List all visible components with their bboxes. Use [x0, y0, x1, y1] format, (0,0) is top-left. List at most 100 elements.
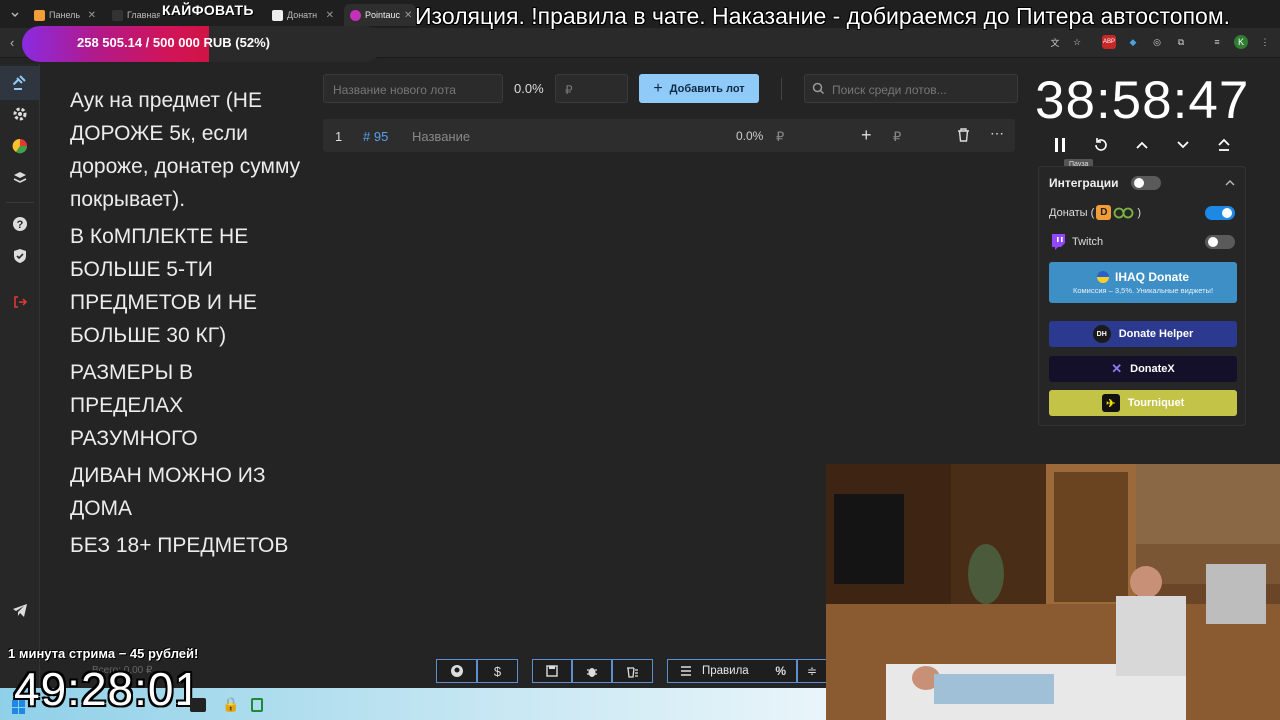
stream-ticker: Изоляция. !правила в чате. Наказание - д… [415, 3, 1231, 29]
new-lot-amount-input[interactable]: ₽ [555, 74, 628, 103]
logout-icon [14, 296, 28, 308]
rules-button[interactable]: Правила % [667, 659, 797, 683]
sidebar-item-telegram[interactable] [10, 600, 30, 620]
clear-all-button[interactable] [612, 659, 653, 683]
integrations-master-toggle[interactable] [1131, 176, 1161, 190]
adblock-icon[interactable]: ABP [1102, 35, 1116, 49]
increase-time-button[interactable] [1130, 133, 1154, 157]
donations-toggle[interactable] [1205, 206, 1235, 220]
sidebar-item-settings[interactable] [10, 104, 30, 124]
tourniquet-label: Tourniquet [1127, 397, 1185, 409]
ihaq-subtitle: Комиссия – 3,5%. Уникальные виджеты! [1072, 286, 1214, 295]
pause-icon [1055, 138, 1065, 152]
extension-icon[interactable]: ◎ [1150, 35, 1164, 49]
sidebar-item-wheel[interactable] [10, 136, 30, 156]
tab-donation[interactable]: Донатн ✕ [266, 4, 340, 26]
lot-id[interactable]: # 95 [363, 129, 388, 144]
search-icon [812, 82, 825, 95]
tourniquet-button[interactable]: ✈ Tourniquet [1049, 390, 1237, 416]
donatex-label: DonateX [1130, 363, 1175, 375]
sort-icon: ≑ [806, 664, 818, 678]
sort-button[interactable]: ≑ [797, 659, 826, 683]
menu-icon[interactable]: ⋮ [1258, 35, 1272, 49]
save-icon [546, 665, 558, 677]
donate-button[interactable]: $ [477, 659, 518, 683]
twitch-label: Twitch [1072, 236, 1104, 248]
rules-text: Аук на предмет (НЕ ДОРОЖЕ 5к, если дорож… [70, 84, 310, 566]
twitch-toggle[interactable] [1205, 235, 1235, 249]
chevron-up-icon[interactable] [1225, 179, 1235, 187]
donations-label: Донаты ( [1049, 206, 1095, 219]
windows-start-icon[interactable] [12, 700, 26, 714]
close-icon[interactable]: ✕ [88, 10, 96, 21]
new-lot-input[interactable]: Название нового лота [323, 74, 503, 103]
integrations-title: Интеграции [1049, 176, 1119, 190]
close-icon[interactable]: ✕ [404, 10, 412, 21]
extension-icon[interactable]: ◆ [1126, 35, 1140, 49]
gear-icon [13, 107, 27, 121]
decrease-time-button[interactable] [1171, 133, 1195, 157]
translate-icon[interactable]: 文 [1048, 35, 1062, 49]
sidebar-item-help[interactable]: ? [10, 214, 30, 234]
layers-icon [13, 172, 27, 183]
donatepay-icon [1113, 207, 1134, 218]
add-amount-icon[interactable]: + [861, 125, 872, 146]
donate-helper-icon: DH [1092, 325, 1111, 343]
search-input[interactable]: Поиск среди лотов... [804, 74, 1018, 103]
rule-line: БЕЗ 18+ ПРЕДМЕТОВ [70, 534, 289, 557]
github-button[interactable] [436, 659, 477, 683]
save-button[interactable] [532, 659, 572, 683]
tab-panel[interactable]: Панель ✕ [28, 4, 102, 26]
donations-suffix: ) [1137, 206, 1141, 219]
rule-line: В КоМПЛЕКТЕ НЕ БОЛЬШЕ 5-ТИ ПРЕДМЕТОВ И Н… [70, 225, 257, 347]
extensions-icon[interactable]: ⧉ [1174, 35, 1188, 49]
rules-button-label: Правила [702, 665, 749, 677]
star-icon[interactable]: ☆ [1070, 35, 1084, 49]
tab-list-button[interactable] [4, 4, 26, 26]
list-icon [681, 666, 691, 676]
ihaq-donate-button[interactable]: IHAQ Donate Комиссия – 3,5%. Уникальные … [1049, 262, 1237, 303]
tab-favicon-icon [272, 9, 283, 21]
lock-icon[interactable]: 🔒 [222, 696, 239, 713]
trash-icon[interactable] [957, 128, 970, 142]
tab-pointauc[interactable]: Pointauc ✕ [344, 4, 416, 26]
bug-report-button[interactable] [572, 659, 612, 683]
avatar[interactable]: K [1234, 35, 1248, 49]
sidebar-item-logout[interactable] [10, 292, 30, 312]
sidebar-divider [6, 202, 34, 203]
donatex-button[interactable]: ✕ DonateX [1049, 356, 1237, 382]
reset-button[interactable] [1089, 133, 1113, 157]
more-icon[interactable]: ⋯ [990, 125, 1004, 142]
lot-percent: 0.0% [736, 129, 764, 143]
back-icon[interactable]: ‹ [10, 35, 14, 50]
lot-index: 1 [335, 129, 343, 144]
donate-helper-button[interactable]: DH Donate Helper [1049, 321, 1237, 347]
playlist-icon[interactable]: ≡ [1210, 35, 1224, 49]
tab-main[interactable]: Главная [106, 4, 160, 26]
new-lot-percent: 0.0% [514, 81, 544, 96]
add-amount-input[interactable]: ₽ [893, 129, 901, 145]
tab-label: Pointauc [365, 10, 401, 20]
channel-name: КАЙФОВАТЬ [162, 2, 254, 18]
terminal-icon[interactable] [190, 698, 206, 712]
wheel-icon [12, 138, 28, 154]
ihaq-icon [1096, 271, 1109, 283]
minute-promo: 1 минута стрима − 45 рублей! [8, 646, 199, 661]
calculator-icon[interactable] [251, 698, 263, 712]
double-increase-button[interactable] [1212, 133, 1236, 157]
sidebar-item-security[interactable] [10, 246, 30, 266]
tab-favicon-icon [112, 9, 123, 21]
bug-icon [587, 667, 597, 677]
percent-icon[interactable]: % [775, 664, 786, 678]
close-icon[interactable]: ✕ [326, 10, 334, 21]
tab-label: Панель [49, 10, 81, 20]
shield-icon [14, 249, 26, 263]
github-icon [450, 665, 463, 677]
pause-button[interactable] [1048, 133, 1072, 157]
lot-name-input[interactable]: Название [412, 129, 470, 144]
add-lot-button[interactable]: + Добавить лот [639, 74, 759, 103]
sidebar-item-auction[interactable] [10, 73, 30, 93]
sidebar-item-layers[interactable] [10, 168, 30, 188]
chevron-double-up-icon [1218, 138, 1230, 151]
help-icon: ? [13, 217, 27, 231]
